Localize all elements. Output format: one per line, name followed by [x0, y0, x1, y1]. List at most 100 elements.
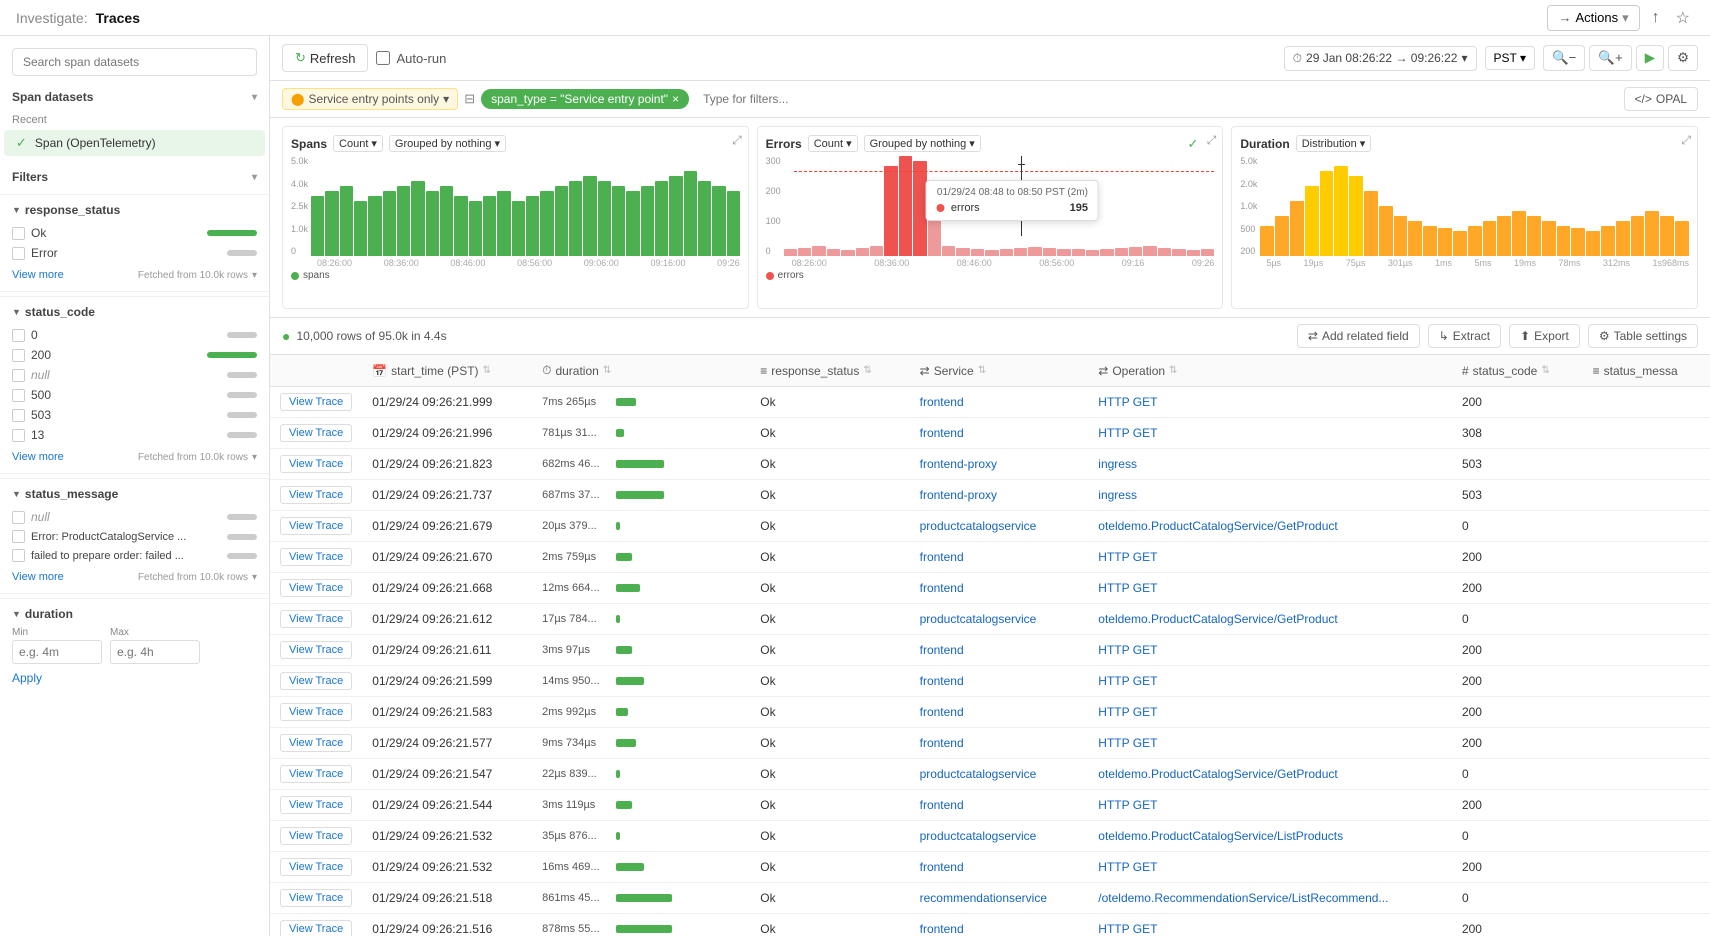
cell-service[interactable]: recommendationservice	[910, 883, 1089, 914]
filter-response-status-header[interactable]: ▼ response_status	[12, 203, 257, 217]
opal-button[interactable]: </> OPAL	[1624, 87, 1698, 111]
filter-status-code-header[interactable]: ▼ status_code	[12, 305, 257, 319]
spans-group-badge[interactable]: Grouped by nothing ▾	[389, 135, 506, 152]
cell-service[interactable]: frontend-proxy	[910, 480, 1089, 511]
entry-points-filter-tag[interactable]: ⬤ Service entry points only ▾	[282, 88, 458, 110]
extract-button[interactable]: ↳ Extract	[1428, 324, 1501, 348]
share-button[interactable]: ↑	[1648, 5, 1664, 31]
view-trace-button[interactable]: View Trace	[280, 455, 352, 473]
view-trace-button[interactable]: View Trace	[280, 517, 352, 535]
filter-text-input[interactable]	[695, 88, 1617, 110]
add-related-field-button[interactable]: ⇄ Add related field	[1297, 324, 1420, 348]
sidebar-item-span-opentelemetry[interactable]: ✓ Span (OpenTelemetry)	[4, 130, 265, 156]
cell-operation[interactable]: oteldemo.ProductCatalogService/GetProduc…	[1088, 604, 1452, 635]
cell-service[interactable]: frontend	[910, 790, 1089, 821]
th-operation[interactable]: ⇄ Operation ⇅	[1088, 355, 1452, 387]
cell-operation[interactable]: /oteldemo.RecommendationService/ListReco…	[1088, 883, 1452, 914]
table-settings-button[interactable]: ⚙ Table settings	[1588, 324, 1698, 348]
view-trace-button[interactable]: View Trace	[280, 920, 352, 936]
view-trace-button[interactable]: View Trace	[280, 641, 352, 659]
filter-duration-header[interactable]: ▼ duration	[12, 607, 257, 621]
refresh-button[interactable]: ↻ Refresh	[282, 44, 368, 72]
cell-service[interactable]: frontend	[910, 728, 1089, 759]
duration-expand-icon[interactable]: ⤢	[1681, 133, 1691, 148]
view-trace-button[interactable]: View Trace	[280, 796, 352, 814]
th-status-code[interactable]: # status_code ⇅	[1452, 355, 1583, 387]
auto-run-toggle[interactable]: Auto-run	[376, 51, 446, 66]
spans-count-badge[interactable]: Count ▾	[333, 135, 383, 152]
cell-operation[interactable]: HTTP GET	[1088, 666, 1452, 697]
actions-button[interactable]: → Actions ▾	[1547, 5, 1639, 31]
cell-service[interactable]: productcatalogservice	[910, 511, 1089, 542]
cell-operation[interactable]: HTTP GET	[1088, 728, 1452, 759]
cell-service[interactable]: frontend	[910, 666, 1089, 697]
cell-operation[interactable]: HTTP GET	[1088, 914, 1452, 936]
view-trace-button[interactable]: View Trace	[280, 610, 352, 628]
cell-operation[interactable]: HTTP GET	[1088, 790, 1452, 821]
view-trace-button[interactable]: View Trace	[280, 765, 352, 783]
cell-operation[interactable]: HTTP GET	[1088, 635, 1452, 666]
errors-group-badge[interactable]: Grouped by nothing ▾	[864, 135, 981, 152]
filter-checkbox-500[interactable]	[12, 389, 25, 402]
cell-operation[interactable]: HTTP GET	[1088, 852, 1452, 883]
cell-operation[interactable]: HTTP GET	[1088, 387, 1452, 418]
filter-checkbox-null-code[interactable]	[12, 369, 25, 382]
th-service[interactable]: ⇄ Service ⇅	[910, 355, 1089, 387]
cell-service[interactable]: frontend	[910, 852, 1089, 883]
filter-status-message-header[interactable]: ▼ status_message	[12, 487, 257, 501]
filter-checkbox-null-msg[interactable]	[12, 511, 25, 524]
view-trace-button[interactable]: View Trace	[280, 703, 352, 721]
filter-checkbox-0[interactable]	[12, 329, 25, 342]
filters-section[interactable]: Filters ▾	[0, 164, 269, 190]
view-trace-button[interactable]: View Trace	[280, 858, 352, 876]
cell-service[interactable]: frontend	[910, 697, 1089, 728]
cell-operation[interactable]: HTTP GET	[1088, 418, 1452, 449]
cell-service[interactable]: frontend	[910, 573, 1089, 604]
cell-service[interactable]: productcatalogservice	[910, 759, 1089, 790]
cell-service[interactable]: productcatalogservice	[910, 604, 1089, 635]
errors-expand-icon[interactable]: ⤢	[1207, 133, 1217, 148]
cell-service[interactable]: frontend	[910, 914, 1089, 936]
view-trace-button[interactable]: View Trace	[280, 827, 352, 845]
view-trace-button[interactable]: View Trace	[280, 672, 352, 690]
filter-checkbox-failed-order[interactable]	[12, 549, 25, 562]
view-trace-button[interactable]: View Trace	[280, 393, 352, 411]
cell-service[interactable]: frontend	[910, 635, 1089, 666]
time-range-picker[interactable]: ⏱ 29 Jan 08:26:22 → 09:26:22 ▾	[1284, 46, 1477, 71]
view-trace-button[interactable]: View Trace	[280, 486, 352, 504]
view-more-response-status[interactable]: View more	[12, 267, 64, 283]
filter-checkbox-error-product[interactable]	[12, 530, 25, 543]
cell-operation[interactable]: oteldemo.ProductCatalogService/ListProdu…	[1088, 821, 1452, 852]
cell-operation[interactable]: HTTP GET	[1088, 542, 1452, 573]
cell-service[interactable]: frontend	[910, 387, 1089, 418]
filter-chip-close[interactable]: ×	[672, 92, 679, 106]
cell-operation[interactable]: ingress	[1088, 449, 1452, 480]
view-trace-button[interactable]: View Trace	[280, 548, 352, 566]
cell-operation[interactable]: oteldemo.ProductCatalogService/GetProduc…	[1088, 759, 1452, 790]
filter-checkbox-error[interactable]	[12, 247, 25, 260]
duration-apply-button[interactable]: Apply	[12, 671, 42, 685]
spans-expand-icon[interactable]: ⤢	[732, 133, 742, 148]
th-start-time[interactable]: 📅 start_time (PST) ⇅	[362, 355, 532, 387]
cell-service[interactable]: frontend	[910, 542, 1089, 573]
view-trace-button[interactable]: View Trace	[280, 424, 352, 442]
search-input[interactable]	[12, 48, 257, 76]
cell-operation[interactable]: HTTP GET	[1088, 697, 1452, 728]
duration-dist-badge[interactable]: Distribution ▾	[1296, 135, 1372, 152]
th-response-status[interactable]: ≡ response_status ⇅	[750, 355, 909, 387]
view-more-status-message[interactable]: View more	[12, 569, 64, 585]
timezone-button[interactable]: PST ▾	[1485, 46, 1536, 70]
view-more-status-code[interactable]: View more	[12, 449, 64, 465]
span-datasets-section[interactable]: Span datasets ▾	[0, 84, 269, 110]
th-duration[interactable]: ⏱ duration ⇅	[532, 355, 750, 387]
view-trace-button[interactable]: View Trace	[280, 889, 352, 907]
view-trace-button[interactable]: View Trace	[280, 734, 352, 752]
filter-checkbox-ok[interactable]	[12, 227, 25, 240]
filter-checkbox-13[interactable]	[12, 429, 25, 442]
cell-operation[interactable]: HTTP GET	[1088, 573, 1452, 604]
cell-service[interactable]: frontend-proxy	[910, 449, 1089, 480]
cell-operation[interactable]: ingress	[1088, 480, 1452, 511]
duration-min-input[interactable]	[12, 640, 102, 664]
auto-run-checkbox[interactable]	[376, 51, 390, 65]
star-button[interactable]: ☆	[1672, 4, 1694, 32]
